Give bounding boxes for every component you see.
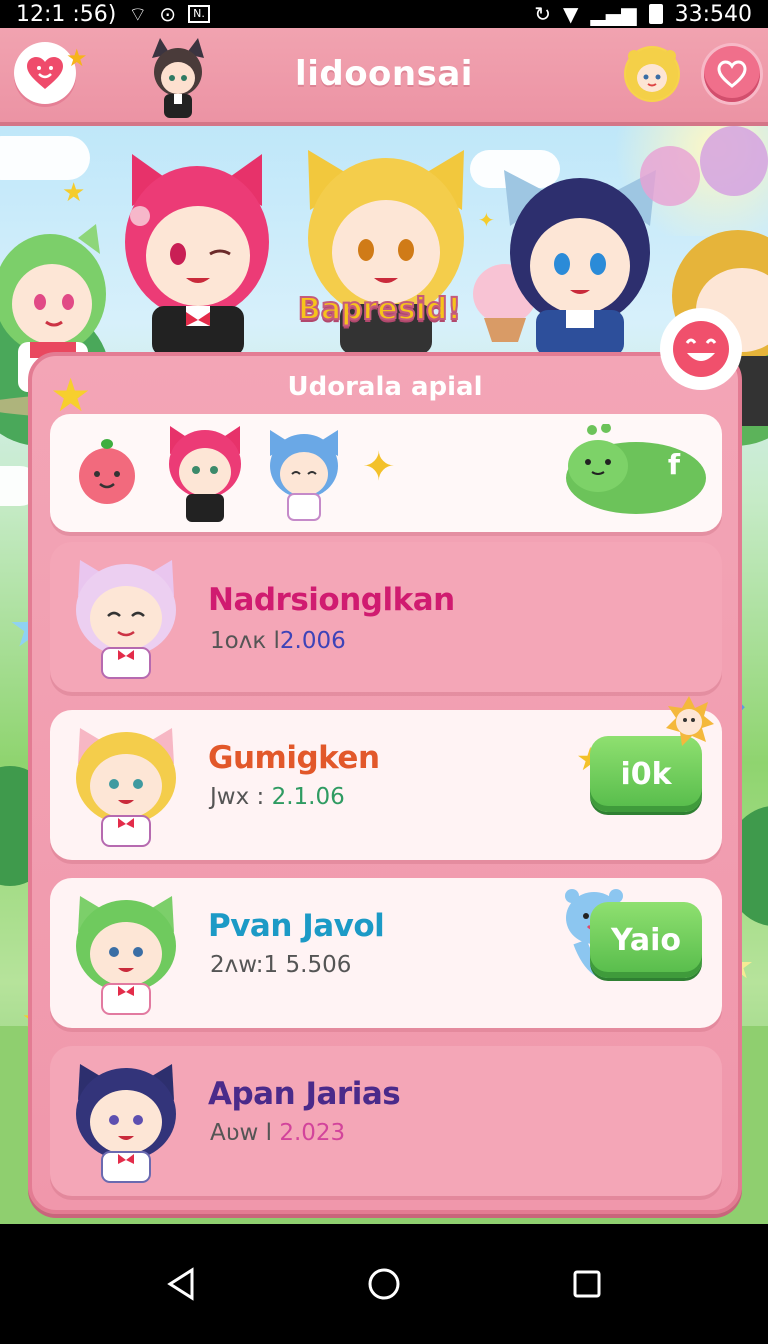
row-meta-value: 2.1.06 <box>271 784 345 810</box>
row-meta: 1oʌк l2.006 <box>210 628 346 654</box>
cloud <box>0 136 90 180</box>
navy-cat-girl-avatar <box>76 1064 176 1183</box>
recents-square-icon <box>573 1270 601 1298</box>
red-cat-girl-sticker-icon <box>169 426 241 522</box>
home-button[interactable] <box>354 1254 414 1314</box>
navy-haired-cat-girl-character <box>504 170 656 356</box>
data-sync-icon: ↻ <box>534 2 552 26</box>
balloon <box>640 146 700 206</box>
lilac-cat-girl-avatar <box>76 560 176 679</box>
pink-fruit-icon <box>79 439 135 504</box>
row-meta-prefix: Aʋw l <box>210 1120 280 1146</box>
row-title: Pvan Javol <box>208 908 385 944</box>
sparkle-icon: ✦ <box>362 444 396 490</box>
home-circle-icon <box>368 1268 400 1300</box>
blonde-cat-girl-avatar <box>76 728 176 847</box>
list-item[interactable]: Pvan Javol 2ʌw:1 5.506 Yaio <box>50 878 722 1028</box>
mascot-button[interactable] <box>660 308 742 390</box>
balloon <box>700 126 768 196</box>
row-meta-prefix: 2ʌw:1 <box>210 952 286 978</box>
red-haired-cat-girl-character <box>125 154 269 356</box>
profile-avatar[interactable] <box>624 46 680 102</box>
banner-caption: Bapresid! <box>297 291 462 328</box>
row-title: Nadrsionglkan <box>208 582 455 618</box>
back-button[interactable] <box>151 1254 211 1314</box>
blonde-girl-avatar-icon <box>626 48 678 100</box>
row-title: Gumigken <box>208 740 380 776</box>
row-meta: Aʋw l 2.023 <box>210 1120 345 1146</box>
likes-button[interactable] <box>704 46 760 102</box>
featured-card[interactable]: ✦ f <box>50 414 722 532</box>
green-cat-girl-avatar <box>76 896 176 1015</box>
heart-icon <box>717 60 747 88</box>
sun-face-icon <box>666 696 714 746</box>
sync-icon: ⊙ <box>159 2 176 26</box>
cell-bars-icon: ▂▄▆ <box>590 2 637 26</box>
ranking-panel: ★ Udorala apial ✦ f Nadrsionglkan 1oʌк l… <box>28 308 742 1214</box>
list-item[interactable]: Gumigken Jwx : 2.1.06 ★ i0k <box>50 696 722 860</box>
notification-box-icon: N. <box>187 5 210 23</box>
sparkle-star-icon: ✦ <box>478 208 495 232</box>
status-bar: 12:1 :56) ⌔ ⊙ N. ↻ ▼ ▂▄▆ 33:540 <box>0 0 768 28</box>
row-meta-value: 2.006 <box>279 628 346 654</box>
row-meta: Jwx : 2.1.06 <box>210 784 345 810</box>
happy-face-icon <box>673 321 729 377</box>
status-time-left: 12:1 :56) <box>16 1 117 27</box>
row-meta: 2ʌw:1 5.506 <box>210 952 351 978</box>
list-item[interactable]: Nadrsionglkan 1oʌк l2.006 <box>50 542 722 692</box>
row-meta-value: 2.023 <box>279 1120 346 1146</box>
row-meta-value: 5.506 <box>285 952 352 978</box>
blue-cat-girl-sticker-icon <box>270 430 338 521</box>
sparkle-star-icon: ★ <box>62 178 86 208</box>
app-bar: ★ lidoonsai <box>0 28 768 126</box>
featured-tag: f <box>667 448 681 481</box>
list-item[interactable]: Apan Jarias Aʋw l 2.023 <box>50 1046 722 1196</box>
row-action-button[interactable]: Yaio <box>590 902 702 978</box>
row-title: Apan Jarias <box>208 1076 401 1112</box>
status-left: 12:1 :56) ⌔ ⊙ N. <box>16 2 210 27</box>
panel-title: Udorala apial <box>287 372 483 402</box>
status-right: ↻ ▼ ▂▄▆ 33:540 <box>534 2 752 27</box>
recents-button[interactable] <box>557 1254 617 1314</box>
battery-icon <box>648 4 663 24</box>
wifi-icon: ⌔ <box>128 2 148 26</box>
back-triangle-icon <box>167 1267 194 1301</box>
status-time-right: 33:540 <box>674 1 752 27</box>
signal-icon: ▼ <box>563 2 579 26</box>
system-nav-bar <box>0 1224 768 1344</box>
row-meta-prefix: 1oʌк l <box>210 628 280 654</box>
row-meta-prefix: Jwx : <box>210 784 272 810</box>
